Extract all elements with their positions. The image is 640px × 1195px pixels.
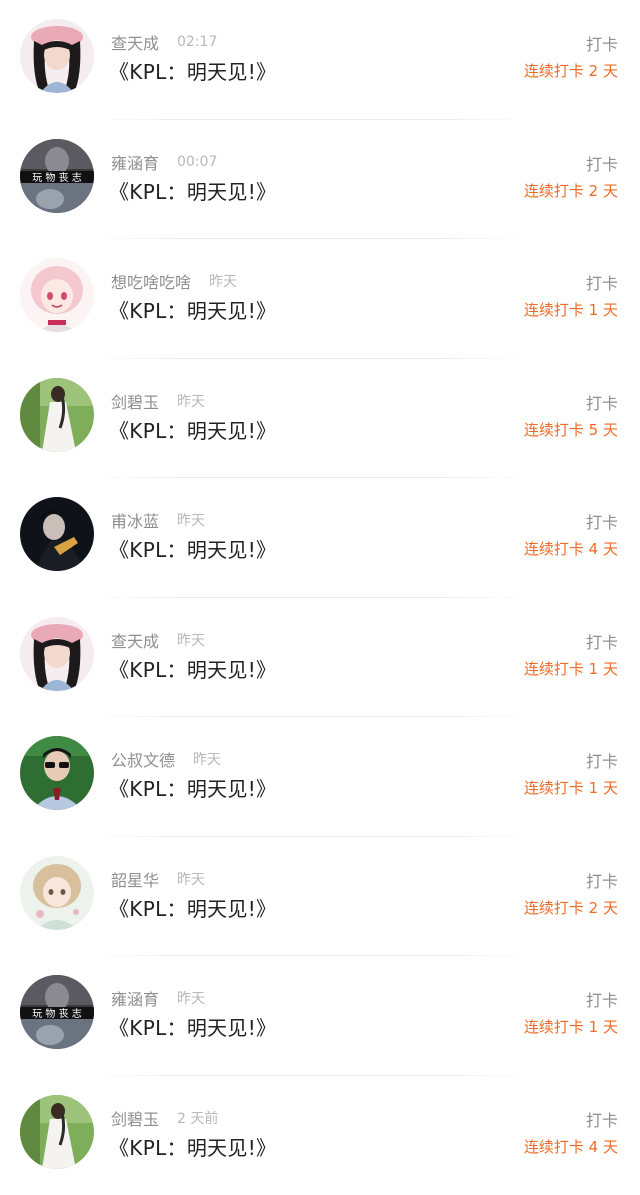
user-meta: 剑碧玉昨天 xyxy=(111,390,205,412)
streak-badge: 连续打卡 5 天 xyxy=(524,419,618,440)
list-item[interactable]: 查天成 02:17 《KPL：明天见!》 打卡连续打卡 2 天 xyxy=(0,0,640,120)
user-meta: 甫冰蓝昨天 xyxy=(111,509,205,531)
avatar[interactable] xyxy=(20,258,94,332)
user-name[interactable]: 雍涵育 xyxy=(111,986,159,1010)
streak-badge: 连续打卡 2 天 xyxy=(524,60,618,81)
timestamp: 昨天 xyxy=(177,391,205,411)
checkin-title[interactable]: 《KPL：明天见!》 xyxy=(109,534,276,563)
avatar[interactable] xyxy=(20,856,94,930)
user-name[interactable]: 剑碧玉 xyxy=(111,1106,159,1130)
user-name[interactable]: 查天成 xyxy=(111,628,159,652)
list-item[interactable]: 剑碧玉 2 天前《KPL：明天见!》 打卡连续打卡 4 天 xyxy=(0,1076,640,1195)
checkin-label: 打卡 xyxy=(586,987,618,1011)
avatar[interactable] xyxy=(20,1095,94,1169)
list-item[interactable]: 韶星华昨天《KPL：明天见!》 打卡连续打卡 2 天 xyxy=(0,837,640,957)
timestamp: 昨天 xyxy=(177,988,205,1008)
checkin-label: 打卡 xyxy=(586,270,618,294)
user-meta: 雍涵育昨天 xyxy=(111,987,205,1009)
streak-badge: 连续打卡 4 天 xyxy=(524,538,618,559)
streak-badge: 连续打卡 1 天 xyxy=(524,777,618,798)
checkin-label: 打卡 xyxy=(586,31,618,55)
list-item[interactable]: 想吃啥吃啥昨天《KPL：明天见!》 打卡连续打卡 1 天 xyxy=(0,239,640,359)
checkin-label: 打卡 xyxy=(586,509,618,533)
checkin-label: 打卡 xyxy=(586,390,618,414)
avatar[interactable]: 玩 物 丧 志 xyxy=(20,139,94,213)
checkin-title[interactable]: 《KPL：明天见!》 xyxy=(109,56,276,85)
streak-badge: 连续打卡 2 天 xyxy=(524,180,618,201)
checkin-title[interactable]: 《KPL：明天见!》 xyxy=(109,295,276,324)
timestamp: 昨天 xyxy=(209,271,237,291)
list-item[interactable]: 查天成昨天《KPL：明天见!》 打卡连续打卡 1 天 xyxy=(0,598,640,718)
list-item[interactable]: 甫冰蓝昨天《KPL：明天见!》 打卡连续打卡 4 天 xyxy=(0,478,640,598)
streak-badge: 连续打卡 1 天 xyxy=(524,658,618,679)
checkin-title[interactable]: 《KPL：明天见!》 xyxy=(109,415,276,444)
timestamp: 昨天 xyxy=(177,510,205,530)
user-meta: 查天成昨天 xyxy=(111,629,205,651)
user-name[interactable]: 雍涵育 xyxy=(111,150,159,174)
timestamp: 00:07 xyxy=(177,154,217,170)
user-name[interactable]: 韶星华 xyxy=(111,867,159,891)
checkin-label: 打卡 xyxy=(586,748,618,772)
avatar[interactable] xyxy=(20,736,94,810)
timestamp: 昨天 xyxy=(177,630,205,650)
list-item[interactable]: 剑碧玉昨天《KPL：明天见!》 打卡连续打卡 5 天 xyxy=(0,359,640,479)
timestamp: 02:17 xyxy=(177,34,217,50)
user-meta: 查天成 02:17 xyxy=(111,31,217,53)
checkin-label: 打卡 xyxy=(586,868,618,892)
avatar[interactable] xyxy=(20,497,94,571)
user-meta: 剑碧玉 2 天前 xyxy=(111,1107,218,1129)
checkin-label: 打卡 xyxy=(586,151,618,175)
user-meta: 想吃啥吃啥昨天 xyxy=(111,270,237,292)
avatar[interactable] xyxy=(20,19,94,93)
avatar-caption: 玩 物 丧 志 xyxy=(32,1007,82,1020)
user-name[interactable]: 剑碧玉 xyxy=(111,389,159,413)
user-name[interactable]: 查天成 xyxy=(111,30,159,54)
user-meta: 公叔文德昨天 xyxy=(111,748,221,770)
streak-badge: 连续打卡 4 天 xyxy=(524,1136,618,1157)
timestamp: 昨天 xyxy=(177,869,205,889)
user-name[interactable]: 想吃啥吃啥 xyxy=(111,269,191,293)
checkin-title[interactable]: 《KPL：明天见!》 xyxy=(109,1132,276,1161)
user-meta: 韶星华昨天 xyxy=(111,868,205,890)
timestamp: 2 天前 xyxy=(177,1108,218,1128)
avatar[interactable]: 玩 物 丧 志 xyxy=(20,975,94,1049)
avatar-caption: 玩 物 丧 志 xyxy=(32,171,82,184)
checkin-title[interactable]: 《KPL：明天见!》 xyxy=(109,773,276,802)
list-item[interactable]: 玩 物 丧 志 雍涵育昨天《KPL：明天见!》 打卡连续打卡 1 天 xyxy=(0,956,640,1076)
user-name[interactable]: 甫冰蓝 xyxy=(111,508,159,532)
avatar[interactable] xyxy=(20,378,94,452)
streak-badge: 连续打卡 2 天 xyxy=(524,897,618,918)
checkin-list: 查天成02:17《KPL：明天见!》打卡连续打卡 2 天 玩 物 丧 志 雍涵育… xyxy=(0,0,640,1195)
user-name[interactable]: 公叔文德 xyxy=(111,747,175,771)
checkin-label: 打卡 xyxy=(586,629,618,653)
checkin-title[interactable]: 《KPL：明天见!》 xyxy=(109,893,276,922)
streak-badge: 连续打卡 1 天 xyxy=(524,299,618,320)
avatar[interactable] xyxy=(20,617,94,691)
checkin-label: 打卡 xyxy=(586,1107,618,1131)
list-item[interactable]: 玩 物 丧 志 雍涵育 00:07 《KPL：明天见!》 打卡连续打卡 2 天 xyxy=(0,120,640,240)
list-item[interactable]: 公叔文德昨天《KPL：明天见!》 打卡连续打卡 1 天 xyxy=(0,717,640,837)
checkin-title[interactable]: 《KPL：明天见!》 xyxy=(109,176,276,205)
streak-badge: 连续打卡 1 天 xyxy=(524,1016,618,1037)
checkin-title[interactable]: 《KPL：明天见!》 xyxy=(109,1012,276,1041)
user-meta: 雍涵育 00:07 xyxy=(111,151,217,173)
checkin-title[interactable]: 《KPL：明天见!》 xyxy=(109,654,276,683)
timestamp: 昨天 xyxy=(193,749,221,769)
